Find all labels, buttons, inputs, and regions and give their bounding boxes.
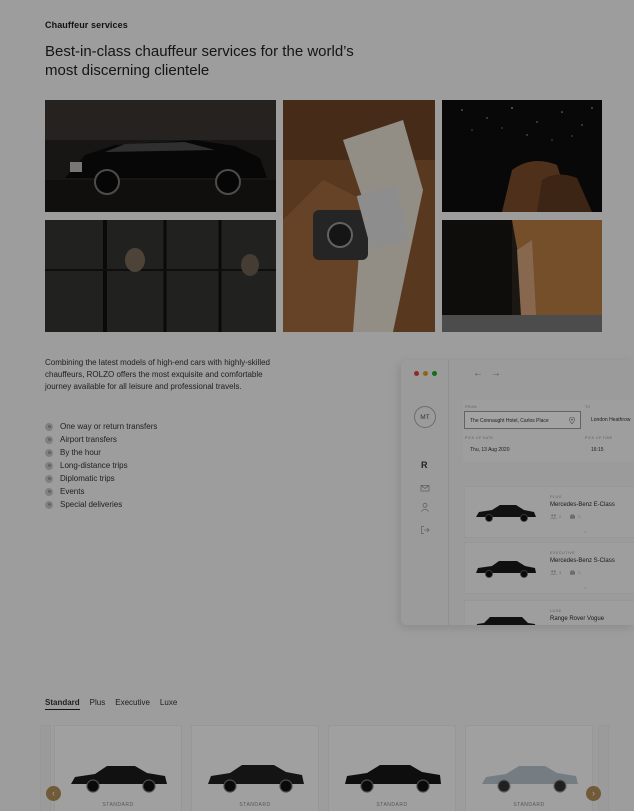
passenger-count: 2: [559, 514, 562, 519]
bullet-icon: [45, 422, 53, 431]
from-label: FROM: [465, 405, 477, 409]
card-indicator: 1: [584, 585, 587, 590]
vehicle-card-luxe[interactable]: LUXE Range Rover Vogue 3 3: [464, 600, 634, 625]
bullet-icon: [45, 448, 53, 457]
passengers-icon: [550, 570, 557, 575]
vehicle-tier: LUXE: [550, 609, 562, 613]
photo-starlight-headliner: [442, 100, 602, 212]
app-sidebar: MT R: [401, 360, 449, 625]
section-eyebrow: Chauffeur services: [45, 20, 128, 30]
feature-item: Diplomatic trips: [45, 472, 157, 485]
tab-executive[interactable]: Executive: [115, 698, 150, 710]
section-headline: Best-in-class chauffeur services for the…: [45, 43, 354, 79]
tab-luxe[interactable]: Luxe: [160, 698, 177, 710]
rolzo-logo: R: [421, 460, 428, 470]
feature-item: Long-distance trips: [45, 459, 157, 472]
sedan-car-icon: [71, 766, 167, 793]
from-value: The Connaught Hotel, Carlos Place: [470, 418, 549, 424]
vehicle-capacity: 2 2: [550, 514, 580, 519]
vehicle-capacity: 3 2: [550, 570, 580, 575]
vehicle-model: Mercedes-Benz S-Class: [550, 558, 615, 564]
sedan-car-icon: [208, 765, 304, 793]
vehicle-slide[interactable]: STANDARD: [465, 725, 593, 811]
feature-item: Special deliveries: [45, 498, 157, 511]
back-arrow-icon[interactable]: ←: [473, 368, 483, 379]
window-controls: [414, 371, 437, 376]
time-label: PICK UP TIME: [585, 436, 613, 440]
tab-standard[interactable]: Standard: [45, 698, 80, 710]
luggage-count: 2: [578, 514, 581, 519]
carousel-edge-right: [598, 725, 609, 811]
bullet-icon: [45, 435, 53, 444]
luggage-count: 2: [578, 570, 581, 575]
mail-icon[interactable]: [420, 483, 430, 493]
vehicle-tier: PLUS: [550, 495, 562, 499]
vehicle-slide-label: STANDARD: [239, 802, 271, 808]
photo-rolls-royce-exterior: [45, 100, 276, 212]
sedan-car-icon: [482, 766, 578, 793]
feature-item: One way or return transfers: [45, 420, 157, 433]
to-input[interactable]: London Heathrow: [591, 417, 630, 423]
date-input[interactable]: Thu, 13 Aug 2020: [470, 447, 509, 453]
carousel-next-button[interactable]: ›: [586, 786, 601, 801]
date-label: PICK UP DATE: [465, 436, 494, 440]
carousel-prev-button[interactable]: ‹: [46, 786, 61, 801]
vehicle-model: Mercedes-Benz E-Class: [550, 502, 615, 508]
maximize-window-dot[interactable]: [432, 371, 437, 376]
bullet-icon: [45, 487, 53, 496]
chauffeur-services-page: Chauffeur services Best-in-class chauffe…: [0, 0, 634, 811]
sedan-car-icon: [345, 765, 441, 793]
close-window-dot[interactable]: [414, 371, 419, 376]
tab-plus[interactable]: Plus: [90, 698, 106, 710]
user-avatar[interactable]: MT: [414, 406, 436, 428]
suv-car-icon: [476, 617, 536, 625]
sedan-car-icon: [476, 505, 536, 522]
vehicle-slide[interactable]: STANDARD: [191, 725, 319, 811]
passengers-icon: [550, 514, 557, 519]
photo-car-interior-passengers: [45, 220, 276, 332]
vehicle-slide[interactable]: STANDARD: [328, 725, 456, 811]
luggage-icon: [570, 570, 576, 575]
feature-item: Airport transfers: [45, 433, 157, 446]
vehicle-card-plus[interactable]: PLUS Mercedes-Benz E-Class 2 2 1: [464, 486, 634, 538]
card-indicator: 1: [584, 529, 587, 534]
vehicle-tier: EXECUTIVE: [550, 551, 576, 555]
bullet-icon: [45, 461, 53, 470]
time-input[interactable]: 16:15: [591, 447, 604, 453]
vehicle-model: Range Rover Vogue: [550, 616, 605, 622]
booking-app-mockup: MT R ← → FROM The Connaught Hotel, Carlo…: [401, 360, 634, 625]
vehicle-slide-label: STANDARD: [102, 802, 134, 808]
photo-rear-seat-interior: [283, 100, 435, 332]
minimize-window-dot[interactable]: [423, 371, 428, 376]
vehicle-carousel: STANDARD STANDARD STANDARD STANDARD: [0, 725, 634, 811]
feature-list: One way or return transfers Airport tran…: [45, 420, 157, 511]
feature-item: By the hour: [45, 446, 157, 459]
photo-woman-exiting-car: [442, 220, 602, 332]
sedan-car-icon: [476, 561, 536, 578]
bullet-icon: [45, 474, 53, 483]
luggage-icon: [570, 514, 576, 519]
from-input[interactable]: The Connaught Hotel, Carlos Place: [464, 411, 581, 429]
location-pin-icon: [569, 417, 575, 424]
intro-paragraph: Combining the latest models of high-end …: [45, 358, 270, 391]
passenger-count: 3: [559, 570, 562, 575]
vehicle-slide[interactable]: STANDARD: [54, 725, 182, 811]
vehicle-class-tabs: Standard Plus Executive Luxe: [45, 698, 177, 710]
bullet-icon: [45, 500, 53, 509]
logout-icon[interactable]: [420, 525, 430, 535]
user-icon[interactable]: [420, 502, 430, 512]
vehicle-slide-label: STANDARD: [376, 802, 408, 808]
vehicle-card-executive[interactable]: EXECUTIVE Mercedes-Benz S-Class 3 2 1: [464, 542, 634, 594]
vehicle-slide-label: STANDARD: [513, 802, 545, 808]
feature-item: Events: [45, 485, 157, 498]
forward-arrow-icon[interactable]: →: [491, 368, 501, 379]
history-nav: ← →: [473, 368, 501, 379]
to-label: TO: [585, 405, 591, 409]
